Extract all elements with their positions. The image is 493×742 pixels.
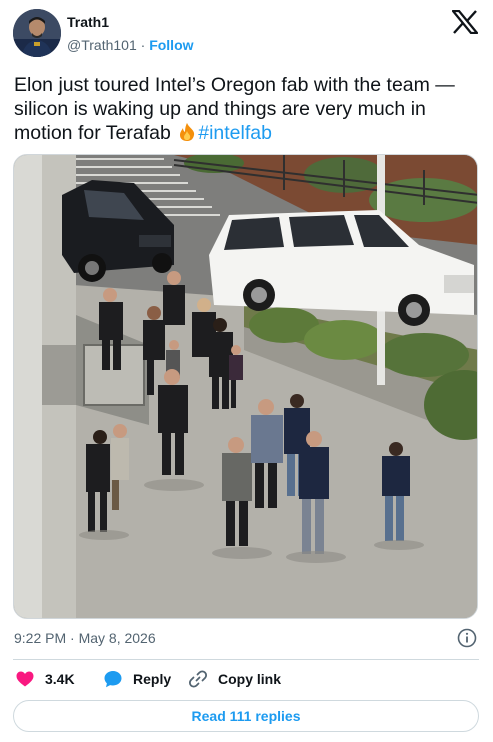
author-handle-row: @Trath101 · Follow [67,37,194,53]
like-count: 3.4K [45,671,75,687]
tweet-embed-card: Trath1 @Trath101 · Follow Elon just tour… [0,0,493,742]
link-icon [188,670,208,688]
copy-link-label: Copy link [218,671,282,687]
x-logo-icon[interactable] [452,10,478,34]
reply-button[interactable]: Reply [103,668,171,690]
tweet-text: Elon just toured Intel’s Oregon fab with… [14,73,480,145]
like-button[interactable]: 3.4K [15,668,75,690]
action-bar: 3.4K Reply Copy link [13,668,479,690]
follow-button[interactable]: Follow [149,37,193,53]
reply-label: Reply [133,671,172,687]
handle-separator: · [140,37,146,53]
hashtag-link[interactable]: #intelfab [198,122,272,144]
divider [13,659,479,660]
read-replies-button[interactable]: Read 111 replies [13,700,479,732]
heart-icon [16,671,34,687]
tweet-timestamp[interactable]: 9:22 PM · May 8, 2026 [14,630,156,646]
fire-emoji-icon [180,123,195,141]
avatar[interactable] [13,9,61,57]
reply-bubble-icon [104,671,122,688]
author-name[interactable]: Trath1 [67,14,109,30]
tweet-photo[interactable] [13,154,478,619]
info-icon[interactable] [457,628,477,648]
copy-link-button[interactable]: Copy link [188,668,281,690]
author-handle[interactable]: @Trath101 [67,37,137,53]
